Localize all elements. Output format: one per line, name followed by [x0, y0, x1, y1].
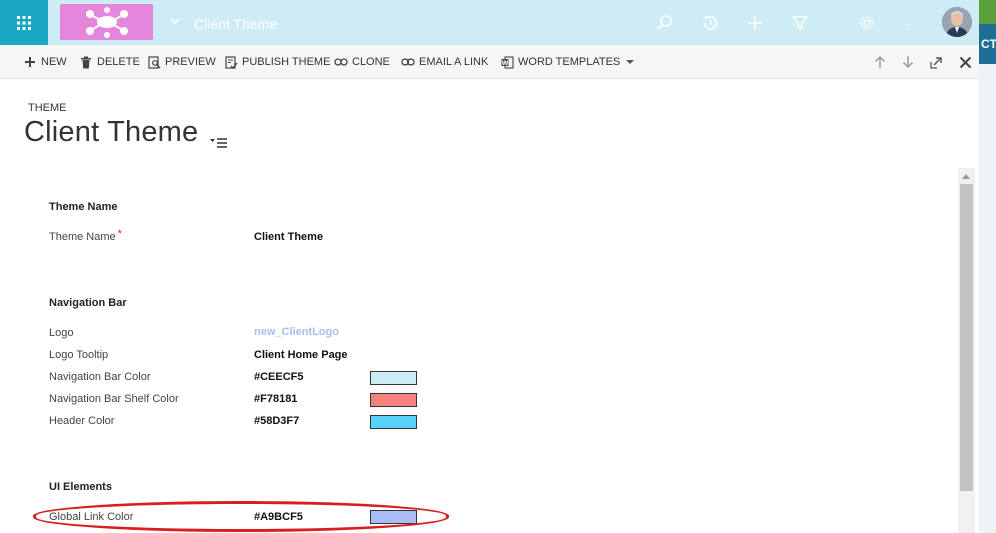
record-title: Client Theme [24, 116, 199, 148]
pop-out-icon[interactable] [928, 54, 944, 70]
field-value-navigation-bar-shelf-color[interactable]: #F78181 [254, 393, 297, 405]
command-bar: NEW DELETE PREVIEW PUBLISH THEME CLONE E… [0, 45, 979, 79]
nav-bar-title[interactable]: Client Theme [194, 16, 277, 32]
plus-icon[interactable] [744, 12, 766, 34]
section-title-navigation-bar: Navigation Bar [49, 297, 127, 309]
previous-record-arrow-icon[interactable] [872, 54, 888, 70]
svg-text:W: W [501, 59, 508, 66]
new-button[interactable]: NEW [23, 45, 67, 79]
next-record-arrow-icon[interactable] [900, 54, 916, 70]
delete-button[interactable]: DELETE [79, 45, 140, 79]
trash-icon [79, 55, 93, 69]
annotation-highlight-oval [33, 501, 449, 532]
new-button-label: NEW [41, 56, 67, 68]
field-label-navigation-bar-color: Navigation Bar Color [49, 371, 151, 383]
background-window-edge [979, 0, 996, 533]
field-value-theme-name[interactable]: Client Theme [254, 231, 323, 243]
preview-icon [147, 55, 161, 69]
avatar[interactable] [942, 7, 972, 37]
field-value-header-color[interactable]: #58D3F7 [254, 415, 299, 427]
field-label-theme-name: Theme Name * [49, 228, 122, 243]
preview-button[interactable]: PREVIEW [147, 45, 216, 79]
filter-icon[interactable] [789, 12, 811, 34]
preview-button-label: PREVIEW [165, 56, 216, 68]
close-icon[interactable] [957, 54, 973, 70]
color-swatch-navigation-bar-shelf [370, 393, 417, 407]
client-logo[interactable] [60, 4, 153, 40]
delete-button-label: DELETE [97, 56, 140, 68]
word-icon: W [500, 55, 514, 69]
scroll-up-arrow-icon[interactable] [962, 174, 970, 179]
navigation-bar: Client Theme [0, 0, 996, 45]
chevron-down-icon[interactable] [168, 14, 182, 28]
word-templates-button[interactable]: W WORD TEMPLATES [500, 45, 635, 79]
field-label-text: Theme Name [49, 231, 116, 243]
field-label-logo-tooltip: Logo Tooltip [49, 349, 109, 361]
color-swatch-header [370, 415, 417, 429]
app-grid-icon[interactable] [0, 0, 48, 45]
field-value-logo-tooltip[interactable]: Client Home Page [254, 349, 348, 361]
field-label-header-color: Header Color [49, 415, 115, 427]
form-selector-icon[interactable] [210, 135, 228, 148]
color-swatch-navigation-bar [370, 371, 417, 385]
required-indicator: * [117, 228, 122, 240]
entity-name: THEME [28, 102, 67, 114]
history-icon[interactable] [699, 12, 721, 34]
email-a-link-button-label: EMAIL A LINK [419, 56, 489, 68]
background-window-label: CT [979, 24, 996, 64]
field-label-navigation-bar-shelf-color: Navigation Bar Shelf Color [49, 393, 179, 405]
field-value-logo-link[interactable]: new_ClientLogo [254, 326, 339, 338]
publish-theme-button-label: PUBLISH THEME [242, 56, 331, 68]
background-window-tab [979, 0, 996, 24]
clone-button[interactable]: CLONE [334, 45, 390, 79]
field-label-logo: Logo [49, 327, 74, 339]
publish-icon [224, 55, 238, 69]
section-title-theme-name: Theme Name [49, 201, 118, 213]
field-value-navigation-bar-color[interactable]: #CEECF5 [254, 371, 304, 383]
dropdown-arrow-icon [626, 59, 635, 65]
plus-icon [23, 55, 37, 69]
search-icon[interactable] [654, 12, 676, 34]
scrollbar-thumb[interactable] [960, 184, 973, 491]
section-title-ui-elements: UI Elements [49, 481, 112, 493]
gear-icon[interactable] [856, 12, 878, 34]
publish-theme-button[interactable]: PUBLISH THEME [224, 45, 330, 79]
clone-icon [334, 55, 348, 69]
clone-button-label: CLONE [352, 56, 390, 68]
link-icon [401, 55, 415, 69]
word-templates-button-label: WORD TEMPLATES [518, 56, 621, 68]
help-icon[interactable] [898, 12, 920, 34]
email-a-link-button[interactable]: EMAIL A LINK [401, 45, 488, 79]
